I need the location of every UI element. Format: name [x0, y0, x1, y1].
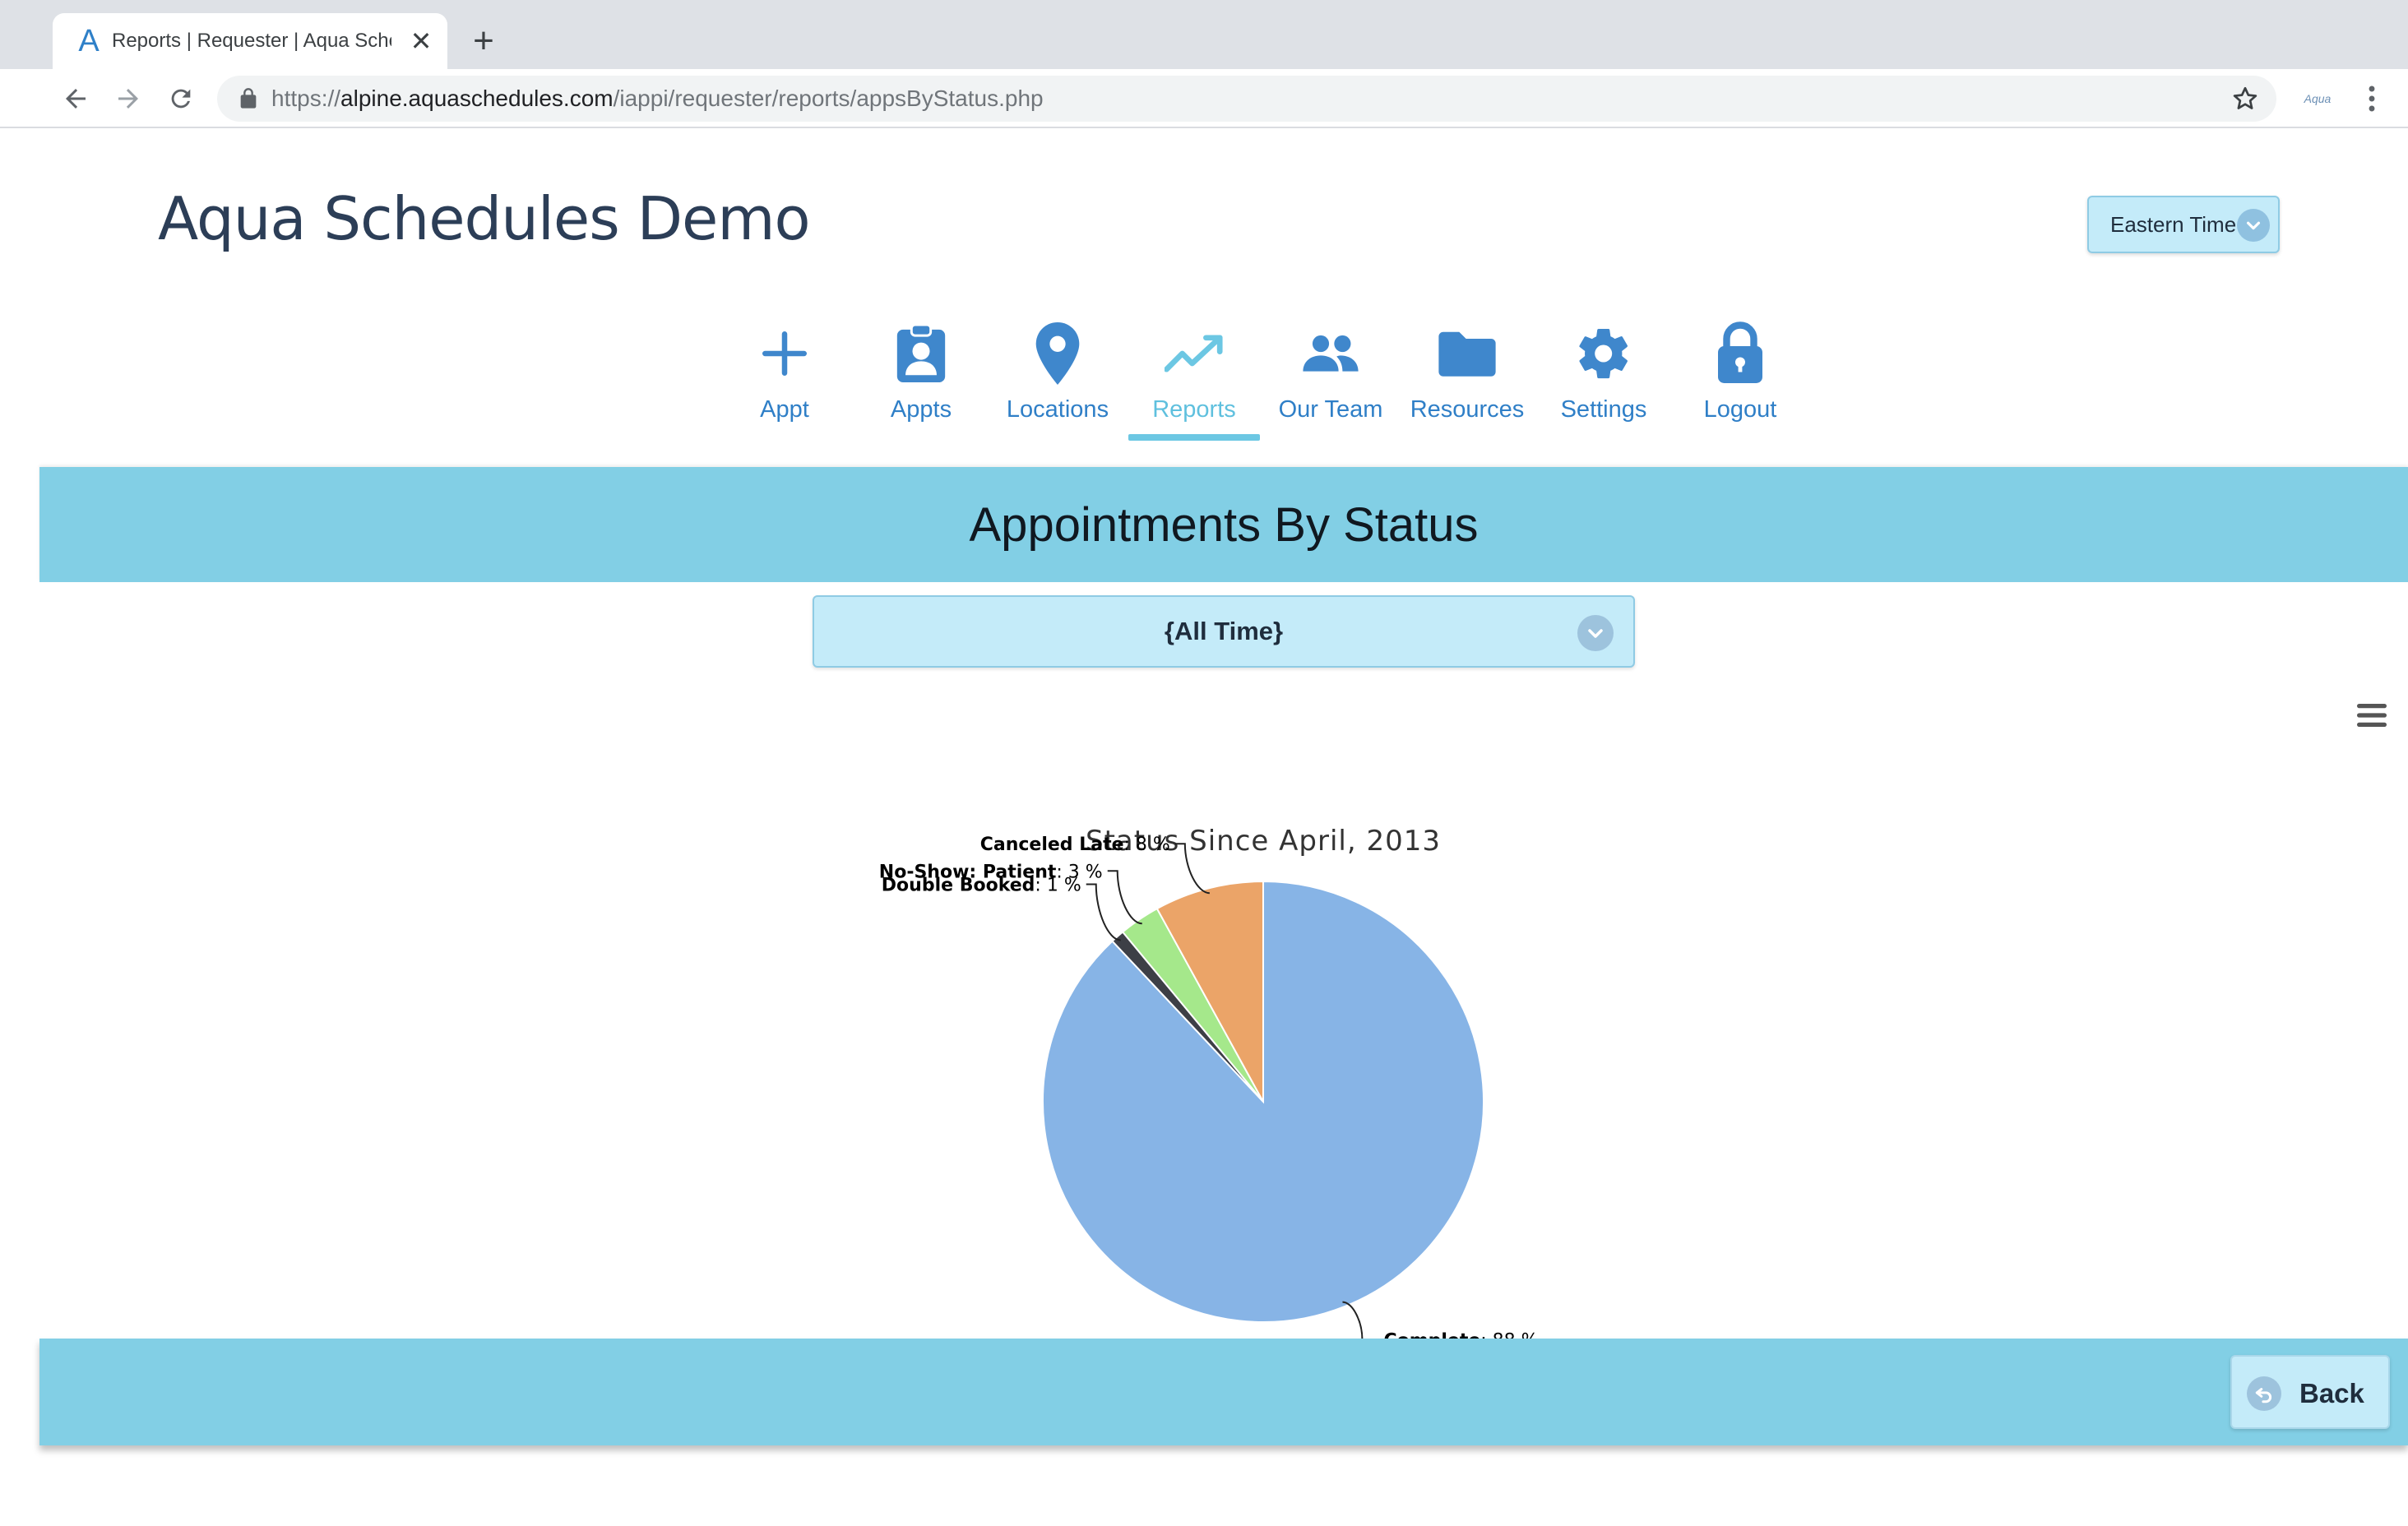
- chart-menu-hamburger-icon[interactable]: [2355, 701, 2388, 730]
- footer-band: Back: [39, 1339, 2408, 1445]
- data-label-name: No-Show: Patient: [879, 862, 1057, 882]
- browser-toolbar: https://alpine.aquaschedules.com/iappi/r…: [0, 69, 2408, 128]
- main-nav: Appt Appts Locations Reports Our Team Re…: [39, 321, 2408, 455]
- back-button[interactable]: Back: [2230, 1355, 2390, 1429]
- folder-icon: [1438, 324, 1497, 383]
- report-title: Appointments By Status: [969, 497, 1479, 552]
- nav-item-logout[interactable]: Logout: [1674, 321, 1806, 455]
- tab-title: Reports | Requester | Aqua Schedules: [112, 30, 391, 52]
- close-icon[interactable]: ✕: [406, 26, 436, 56]
- nav-item-appts[interactable]: Appts: [855, 323, 987, 455]
- url-text: https://alpine.aquaschedules.com/iappi/r…: [271, 86, 1044, 111]
- map-pin-icon: [1028, 322, 1087, 385]
- chevron-down-icon: [1577, 615, 1614, 651]
- plus-icon: [755, 324, 814, 383]
- period-select[interactable]: {All Time}: [813, 595, 1635, 668]
- nav-item-settings[interactable]: Settings: [1538, 324, 1669, 455]
- back-button-label: Back: [2299, 1378, 2364, 1408]
- data-label-connector: [1107, 870, 1142, 925]
- forward-arrow-icon[interactable]: [109, 79, 148, 118]
- gear-icon: [1574, 324, 1633, 383]
- data-label-connector: [1342, 1301, 1379, 1341]
- clipboard-user-icon: [891, 323, 951, 383]
- browser-tab[interactable]: A Reports | Requester | Aqua Schedules ✕: [53, 13, 447, 69]
- nav-item-reports[interactable]: Reports: [1128, 324, 1260, 455]
- nav-item-locations[interactable]: Locations: [992, 322, 1123, 455]
- pie-chart-svg: Status Since April, 2013 Complete: 88 %D…: [879, 825, 1539, 1352]
- chevron-down-icon: [2237, 209, 2270, 242]
- nav-item-resources[interactable]: Resources: [1401, 324, 1533, 455]
- aqua-extension-icon[interactable]: Aqua: [2298, 82, 2337, 115]
- page-content: Aqua Schedules Demo Eastern Time Appt Ap…: [39, 130, 2408, 1445]
- period-value: {All Time}: [1164, 617, 1284, 645]
- back-arrow-icon[interactable]: [56, 79, 95, 118]
- address-bar[interactable]: https://alpine.aquaschedules.com/iappi/r…: [217, 76, 2276, 122]
- nav-item-our-team[interactable]: Our Team: [1265, 324, 1396, 455]
- data-label-name: Canceled Late: [980, 835, 1124, 855]
- nav-item-appt[interactable]: Appt: [719, 324, 850, 455]
- timezone-value: Eastern Time: [2110, 212, 2237, 237]
- browser-tab-strip: A Reports | Requester | Aqua Schedules ✕…: [0, 0, 2408, 69]
- data-label-connector: [1086, 883, 1121, 941]
- aqua-favicon-icon: A: [78, 23, 100, 58]
- lock-icon: [240, 88, 257, 109]
- undo-arrow-icon: [2247, 1376, 2281, 1411]
- users-icon: [1301, 324, 1360, 383]
- data-label-value: : 8 %: [1124, 835, 1170, 855]
- status-pie-chart: Status Since April, 2013 Complete: 88 %D…: [780, 681, 1767, 1454]
- report-title-band: Appointments By Status: [39, 467, 2408, 582]
- data-label-no-show-patient: No-Show: Patient: 3 %: [879, 862, 1103, 882]
- trend-line-icon: [1165, 324, 1224, 383]
- nav-item-label: Logout: [1703, 396, 1777, 423]
- bookmark-star-icon[interactable]: [2230, 84, 2260, 113]
- data-label-canceled-late: Canceled Late: 8 %: [980, 835, 1170, 855]
- site-title: Aqua Schedules Demo: [158, 184, 811, 253]
- timezone-select[interactable]: Eastern Time: [2087, 196, 2280, 253]
- active-tab-indicator: [1128, 434, 1260, 441]
- browser-menu-icon[interactable]: [2355, 79, 2388, 118]
- lock-icon: [1711, 321, 1770, 383]
- new-tab-plus-icon[interactable]: +: [464, 21, 503, 61]
- reload-icon[interactable]: [161, 79, 201, 118]
- data-label-value: : 3 %: [1056, 862, 1102, 882]
